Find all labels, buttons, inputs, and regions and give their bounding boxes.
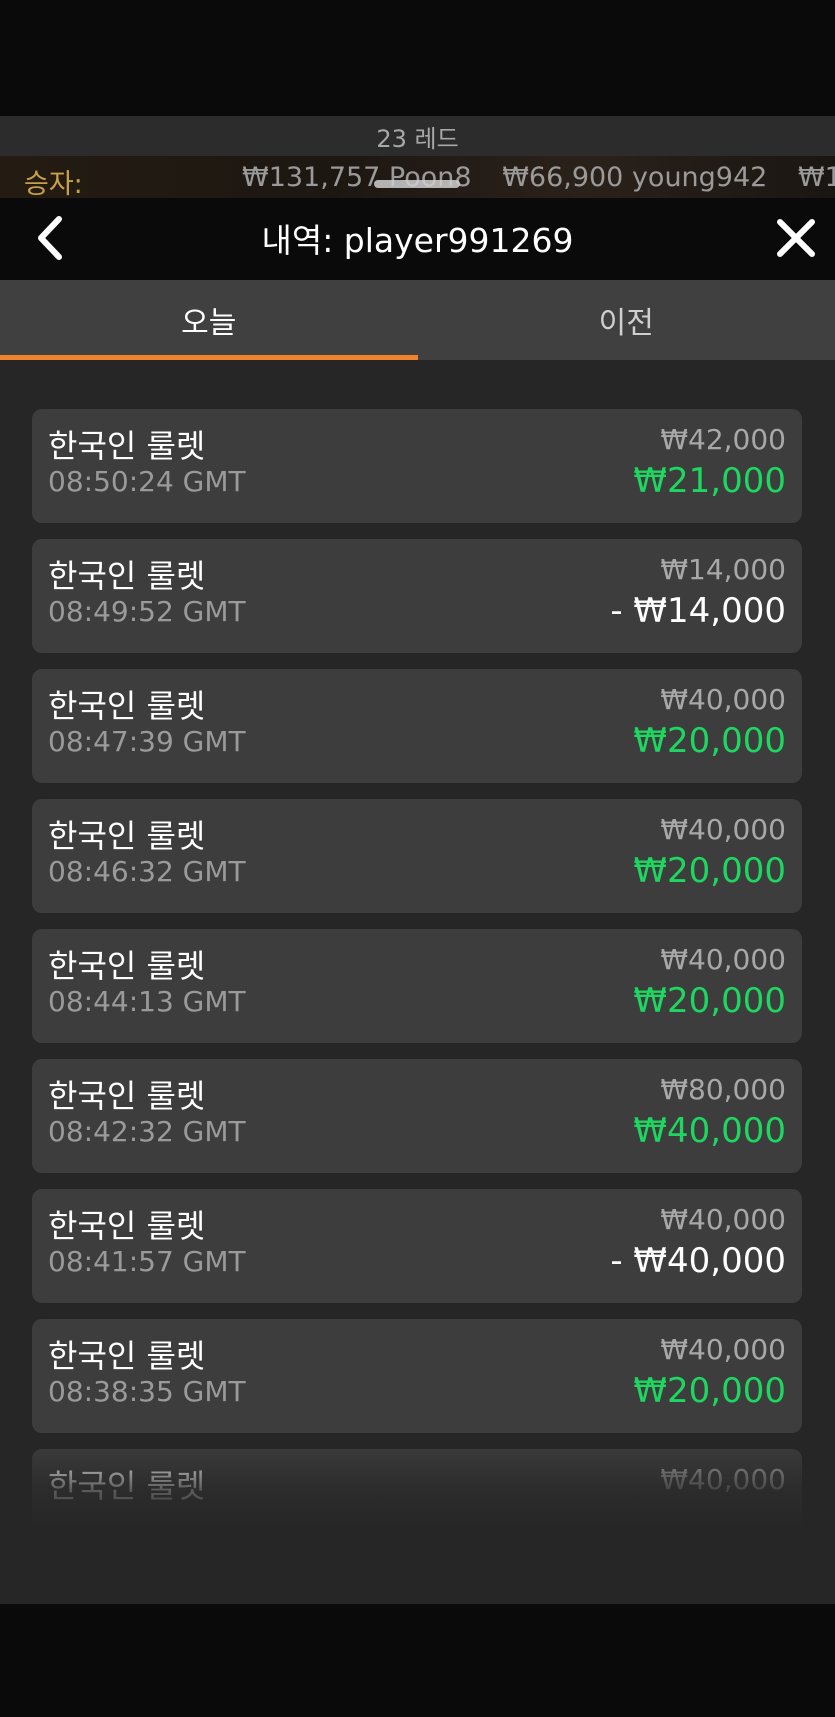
row-game-name: 한국인 룰렛 — [48, 1077, 206, 1115]
history-row[interactable]: 한국인 룰렛 08:49:52 GMT ₩14,000 - ₩14,000 — [32, 539, 802, 653]
row-result-amount: ₩20,000 — [633, 721, 786, 761]
row-time: 08:46:32 GMT — [48, 855, 246, 888]
winner-entry: ₩131,757 Poon8 — [242, 162, 472, 193]
row-game-name: 한국인 룰렛 — [48, 817, 206, 855]
row-time: 08:47:39 GMT — [48, 725, 246, 758]
history-row[interactable]: 한국인 룰렛 08:50:24 GMT ₩42,000 ₩21,000 — [32, 409, 802, 523]
ticker-progress-indicator — [374, 180, 460, 188]
row-time: 08:38:35 GMT — [48, 1375, 246, 1408]
row-result-amount: ₩20,000 — [633, 1371, 786, 1411]
tab-label: 오늘 — [181, 306, 237, 341]
row-bet-amount: ₩40,000 — [660, 943, 786, 976]
row-bet-amount: ₩42,000 — [660, 423, 786, 456]
row-result-amount: ₩40,000 — [633, 1111, 786, 1151]
winners-ticker-bar: 승자: ₩131,757 Poon8 ₩66,900 young942 ₩17,… — [0, 156, 835, 198]
bottom-spacer — [0, 1604, 835, 1717]
tab-bar: 오늘 이전 — [0, 280, 835, 360]
history-list-panel[interactable]: 한국인 룰렛 08:50:24 GMT ₩42,000 ₩21,000 한국인 … — [0, 360, 835, 1604]
row-game-name: 한국인 룰렛 — [48, 947, 206, 985]
row-bet-amount: ₩80,000 — [660, 1073, 786, 1106]
row-result-amount: - ₩14,000 — [610, 591, 786, 631]
history-row[interactable]: 한국인 룰렛 08:47:39 GMT ₩40,000 ₩20,000 — [32, 669, 802, 783]
row-result-amount: ₩20,000 — [633, 981, 786, 1021]
row-bet-amount: ₩14,000 — [660, 553, 786, 586]
page-title: 내역: player991269 — [261, 221, 574, 260]
row-result-amount: - ₩40,000 — [610, 1241, 786, 1281]
close-icon — [776, 218, 816, 262]
row-game-name: 한국인 룰렛 — [48, 1207, 206, 1245]
winner-entry: ₩66,900 young942 — [502, 162, 768, 193]
row-time: 08:44:13 GMT — [48, 985, 246, 1018]
row-time: 08:49:52 GMT — [48, 595, 246, 628]
row-game-name: 한국인 룰렛 — [48, 557, 206, 595]
row-game-name: 한국인 룰렛 — [48, 427, 206, 465]
history-list: 한국인 룰렛 08:50:24 GMT ₩42,000 ₩21,000 한국인 … — [32, 409, 802, 1579]
row-game-name: 한국인 룰렛 — [48, 1467, 206, 1505]
history-row[interactable]: 한국인 룰렛 08:44:13 GMT ₩40,000 ₩20,000 — [32, 929, 802, 1043]
row-time: 08:50:24 GMT — [48, 465, 246, 498]
row-bet-amount: ₩40,000 — [660, 1463, 786, 1496]
winners-label: 승자: — [24, 169, 83, 198]
top-spacer — [0, 0, 835, 116]
history-header: 내역: player991269 — [0, 198, 835, 280]
tab-previous[interactable]: 이전 — [418, 280, 835, 360]
row-bet-amount: ₩40,000 — [660, 813, 786, 846]
row-bet-amount: ₩40,000 — [660, 683, 786, 716]
winners-ticker: ₩131,757 Poon8 ₩66,900 young942 ₩17,783 — [242, 162, 835, 193]
winner-entry: ₩17,783 — [797, 162, 835, 193]
row-game-name: 한국인 룰렛 — [48, 1337, 206, 1375]
tab-label: 이전 — [598, 306, 654, 341]
last-result-text: 23 레드 — [376, 124, 459, 153]
last-result-bar: 23 레드 — [0, 116, 835, 156]
history-row[interactable]: 한국인 룰렛 08:42:32 GMT ₩80,000 ₩40,000 — [32, 1059, 802, 1173]
tab-today[interactable]: 오늘 — [0, 280, 418, 360]
row-bet-amount: ₩40,000 — [660, 1203, 786, 1236]
history-row[interactable]: 한국인 룰렛 08:46:32 GMT ₩40,000 ₩20,000 — [32, 799, 802, 913]
row-time: 08:42:32 GMT — [48, 1115, 246, 1148]
history-row[interactable]: 한국인 룰렛 08:41:57 GMT ₩40,000 - ₩40,000 — [32, 1189, 802, 1303]
row-game-name: 한국인 룰렛 — [48, 687, 206, 725]
row-bet-amount: ₩40,000 — [660, 1333, 786, 1366]
history-row[interactable]: 한국인 룰렛 08:38:35 GMT ₩40,000 ₩20,000 — [32, 1319, 802, 1433]
row-time: 08:41:57 GMT — [48, 1245, 246, 1278]
row-result-amount: ₩20,000 — [633, 851, 786, 891]
row-result-amount: ₩21,000 — [633, 461, 786, 501]
close-button[interactable] — [768, 212, 824, 268]
history-row[interactable]: 한국인 룰렛 ₩40,000 — [32, 1449, 802, 1563]
